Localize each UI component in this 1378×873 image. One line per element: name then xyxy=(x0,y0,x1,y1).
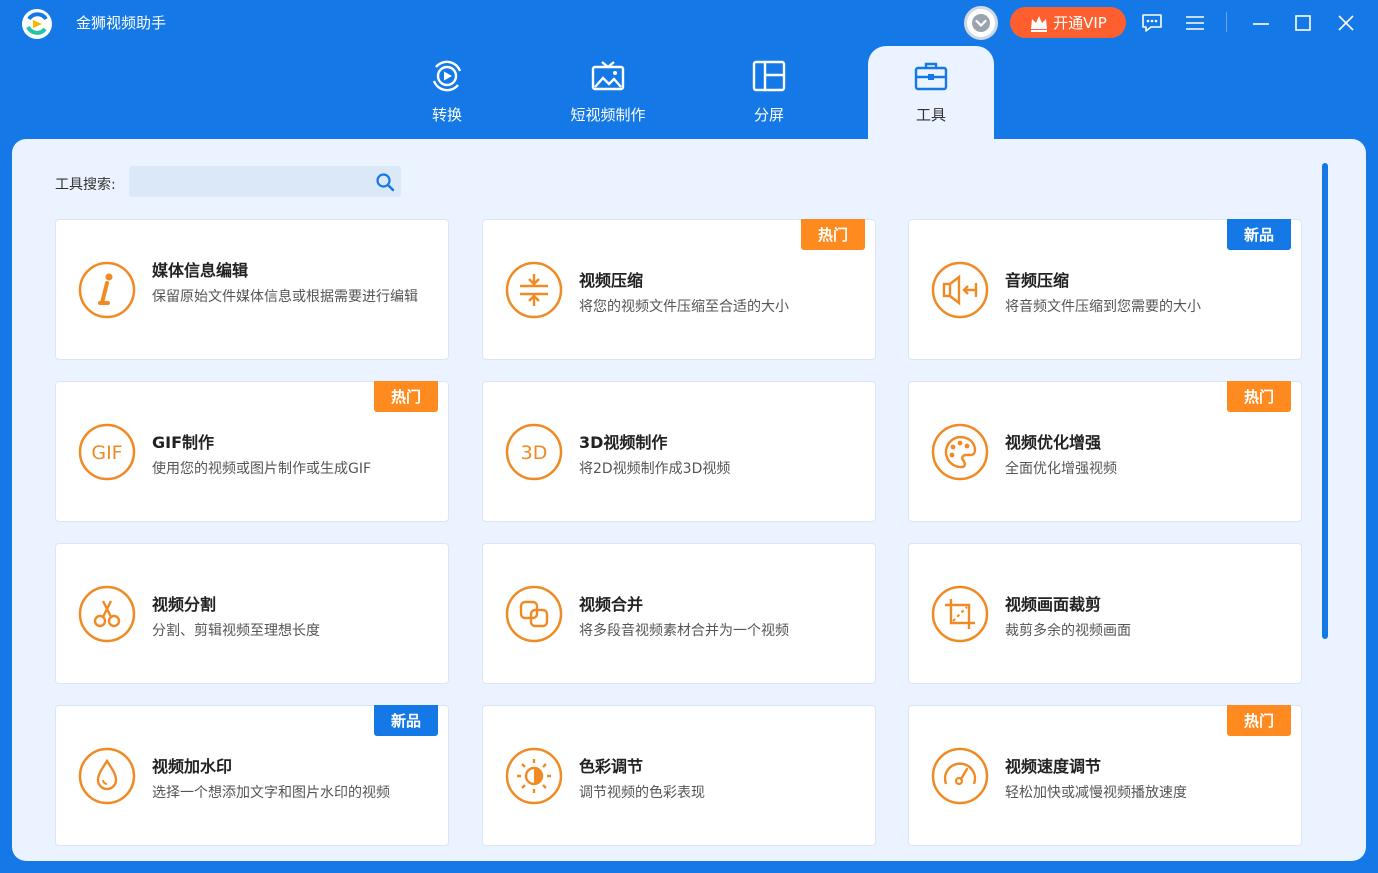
tool-card-video-compress[interactable]: 热门 视频压缩 将您的视频文件压缩至合适的大小 xyxy=(482,219,876,360)
tool-description: 使用您的视频或图片制作或生成GIF xyxy=(152,461,372,477)
vip-label: 开通VIP xyxy=(1053,14,1107,32)
info-icon xyxy=(78,261,136,319)
crown-icon xyxy=(1031,15,1048,32)
tools-panel: 工具搜索: 媒体信息编辑 保留原始文件媒体信息或根据需要进行编辑 热门 视频压缩… xyxy=(12,139,1366,861)
tool-card-video-merge[interactable]: 视频合并 将多段音视频素材合并为一个视频 xyxy=(482,543,876,684)
tab-convert[interactable]: 转换 xyxy=(384,46,510,139)
tool-card-color-adjust[interactable]: 色彩调节 调节视频的色彩表现 xyxy=(482,705,876,846)
tab-tools[interactable]: 工具 xyxy=(868,46,994,139)
chat-icon xyxy=(1142,14,1162,32)
tab-short-video-label: 短视频制作 xyxy=(570,106,646,124)
tool-title: 视频优化增强 xyxy=(1005,433,1102,452)
tool-card-gif[interactable]: 热门 GIF GIF制作 使用您的视频或图片制作或生成GIF xyxy=(55,381,449,522)
menu-button[interactable] xyxy=(1180,8,1210,38)
tool-title: 媒体信息编辑 xyxy=(152,261,249,280)
compress-icon xyxy=(505,261,563,319)
tab-short-video[interactable]: 短视频制作 xyxy=(545,46,671,139)
menu-icon xyxy=(1186,16,1204,30)
tool-description: 选择一个想添加文字和图片水印的视频 xyxy=(152,785,390,801)
tool-description: 分割、剪辑视频至理想长度 xyxy=(152,623,320,639)
tool-card-video-crop[interactable]: 视频画面裁剪 裁剪多余的视频画面 xyxy=(908,543,1302,684)
tool-description: 保留原始文件媒体信息或根据需要进行编辑 xyxy=(152,289,418,305)
tool-title: 视频加水印 xyxy=(152,757,233,776)
close-icon xyxy=(1338,15,1354,31)
maximize-button[interactable] xyxy=(1288,8,1318,38)
close-button[interactable] xyxy=(1331,8,1361,38)
tool-title: 视频画面裁剪 xyxy=(1005,595,1102,614)
tool-description: 将音频文件压缩到您需要的大小 xyxy=(1005,299,1201,315)
chevron-down-icon xyxy=(972,14,990,32)
merge-icon xyxy=(505,585,563,643)
tool-card-video-split[interactable]: 视频分割 分割、剪辑视频至理想长度 xyxy=(55,543,449,684)
tool-title: 视频压缩 xyxy=(579,271,644,290)
tool-title: 色彩调节 xyxy=(579,757,644,776)
new-badge: 新品 xyxy=(374,705,438,736)
tool-card-speed-adjust[interactable]: 热门 视频速度调节 轻松加快或减慢视频播放速度 xyxy=(908,705,1302,846)
scrollbar[interactable] xyxy=(1322,163,1328,639)
tool-description: 将多段音视频素材合并为一个视频 xyxy=(579,623,789,639)
tool-title: 视频速度调节 xyxy=(1005,757,1102,776)
search-input[interactable] xyxy=(129,166,401,197)
message-button[interactable] xyxy=(1137,8,1167,38)
play-circle-icon xyxy=(432,60,462,92)
tab-split-screen[interactable]: 分屏 xyxy=(706,46,832,139)
tool-card-watermark[interactable]: 新品 视频加水印 选择一个想添加文字和图片水印的视频 xyxy=(55,705,449,846)
tool-description: 裁剪多余的视频画面 xyxy=(1005,623,1131,639)
maximize-icon xyxy=(1295,15,1311,31)
tool-title: 3D视频制作 xyxy=(579,433,668,452)
crop-icon xyxy=(931,585,989,643)
tv-image-icon xyxy=(591,61,625,91)
title-bar: 金狮视频助手 开通VIP xyxy=(0,0,1378,46)
tool-title: 音频压缩 xyxy=(1005,271,1070,290)
color-icon xyxy=(505,747,563,805)
tool-title: 视频合并 xyxy=(579,595,644,614)
svg-text:GIF: GIF xyxy=(91,442,122,464)
hot-badge: 热门 xyxy=(1227,705,1291,736)
tool-title: GIF制作 xyxy=(152,433,215,452)
tab-split-screen-label: 分屏 xyxy=(753,106,784,124)
tool-description: 将2D视频制作成3D视频 xyxy=(579,461,731,477)
tool-card-video-enhance[interactable]: 热门 视频优化增强 全面优化增强视频 xyxy=(908,381,1302,522)
toolbox-icon xyxy=(914,62,948,91)
tool-description: 轻松加快或减慢视频播放速度 xyxy=(1005,785,1187,801)
open-vip-button[interactable]: 开通VIP xyxy=(1010,7,1126,38)
svg-text:3D: 3D xyxy=(521,442,548,464)
app-logo-icon xyxy=(22,9,52,39)
hot-badge: 热门 xyxy=(374,381,438,412)
tool-card-audio-compress[interactable]: 新品 音频压缩 将音频文件压缩到您需要的大小 xyxy=(908,219,1302,360)
titlebar-divider xyxy=(1226,12,1227,32)
3d-icon: 3D xyxy=(505,423,563,481)
tool-description: 全面优化增强视频 xyxy=(1005,461,1117,477)
dropdown-button[interactable] xyxy=(964,6,998,40)
search-icon[interactable] xyxy=(375,172,395,192)
tool-card-media-info[interactable]: 媒体信息编辑 保留原始文件媒体信息或根据需要进行编辑 xyxy=(55,219,449,360)
hot-badge: 热门 xyxy=(1227,381,1291,412)
gif-icon: GIF xyxy=(78,423,136,481)
tool-card-3d-video[interactable]: 3D 3D视频制作 将2D视频制作成3D视频 xyxy=(482,381,876,522)
new-badge: 新品 xyxy=(1227,219,1291,250)
scissors-icon xyxy=(78,585,136,643)
tab-tools-label: 工具 xyxy=(915,106,946,124)
tool-title: 视频分割 xyxy=(152,595,217,614)
search-label: 工具搜索: xyxy=(55,177,116,193)
hot-badge: 热门 xyxy=(801,219,865,250)
drop-icon xyxy=(78,747,136,805)
tool-description: 调节视频的色彩表现 xyxy=(579,785,705,801)
minimize-button[interactable] xyxy=(1246,8,1276,38)
audio-compress-icon xyxy=(931,261,989,319)
minimize-icon xyxy=(1253,23,1269,25)
tool-description: 将您的视频文件压缩至合适的大小 xyxy=(579,299,789,315)
tab-convert-label: 转换 xyxy=(431,106,462,124)
split-screen-icon xyxy=(752,60,786,92)
app-title: 金狮视频助手 xyxy=(76,14,167,32)
palette-icon xyxy=(931,423,989,481)
speed-icon xyxy=(931,747,989,805)
